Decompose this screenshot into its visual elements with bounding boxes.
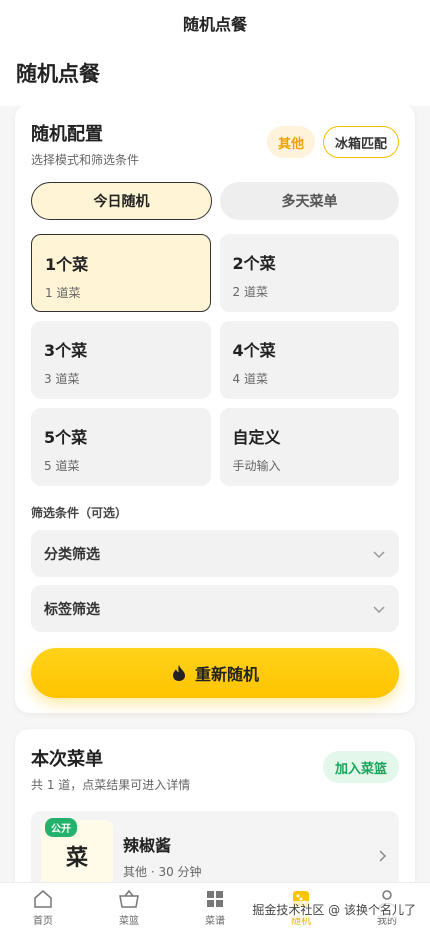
dish-thumb-text: 菜 [65,846,88,871]
random-config-card: 随机配置 选择模式和筛选条件 其他 冰箱匹配 今日随机 多天菜单 1个菜 1 道… [15,104,415,713]
chevron-down-icon [373,550,385,558]
nav-title: 随机点餐 [182,15,247,34]
chevron-down-icon [373,605,385,613]
option-4-dishes[interactable]: 4个菜 4 道菜 [219,321,399,399]
config-subtitle: 选择模式和筛选条件 [31,153,140,167]
mode-today-random[interactable]: 今日随机 [31,182,212,220]
nav-bar: 随机点餐 [0,0,430,46]
option-title: 4个菜 [232,341,276,360]
option-sub: 4 道菜 [232,372,268,386]
option-title: 自定义 [232,428,281,447]
option-sub: 3 道菜 [44,372,80,386]
menu-subtitle: 共 1 道，点菜结果可进入详情 [31,778,191,792]
tab-label: 菜篮 [119,916,139,927]
fridge-match-button[interactable]: 冰箱匹配 [322,126,399,158]
option-5-dishes[interactable]: 5个菜 5 道菜 [31,408,211,486]
add-to-basket-button[interactable]: 加入菜篮 [322,751,399,783]
tag-filter-select[interactable]: 标签筛选 [31,585,399,632]
home-icon [34,890,52,908]
option-2-dishes[interactable]: 2个菜 2 道菜 [219,234,399,312]
option-title: 2个菜 [232,254,276,273]
option-sub: 2 道菜 [232,285,268,299]
option-custom[interactable]: 自定义 手动输入 [219,408,399,486]
dish-item[interactable]: 公开 菜 辣椒酱 其他 · 30 分钟 [31,811,399,882]
dish-meta: 其他 · 30 分钟 [123,865,202,879]
other-chip[interactable]: 其他 [266,126,315,158]
page-header: 随机点餐 [0,46,430,106]
category-filter-select[interactable]: 分类筛选 [31,530,399,577]
option-1-dish[interactable]: 1个菜 1 道菜 [31,234,211,312]
public-badge: 公开 [45,818,77,837]
dish-name: 辣椒酱 [123,836,172,855]
option-title: 1个菜 [45,255,89,274]
recipe-icon [207,891,223,907]
chevron-right-icon [379,850,387,862]
tab-basket[interactable]: 菜篮 [99,888,159,927]
reshuffle-button[interactable]: 重新随机 [31,648,399,698]
basket-icon [119,889,139,908]
dish-thumbnail: 公开 菜 [41,818,113,882]
option-sub: 5 道菜 [44,459,80,473]
scroll-area[interactable]: 随机配置 选择模式和筛选条件 其他 冰箱匹配 今日随机 多天菜单 1个菜 1 道… [0,104,430,882]
category-filter-label: 分类筛选 [44,546,100,563]
option-sub: 1 道菜 [45,286,81,300]
menu-card: 本次菜单 共 1 道，点菜结果可进入详情 加入菜篮 公开 菜 辣椒酱 其他 · … [15,729,415,882]
mode-multi-day[interactable]: 多天菜单 [220,182,399,220]
reshuffle-label: 重新随机 [194,665,259,684]
option-3-dishes[interactable]: 3个菜 3 道菜 [31,321,211,399]
option-title: 5个菜 [44,428,88,447]
tag-filter-label: 标签筛选 [44,601,100,618]
filter-label: 筛选条件（可选） [31,506,128,520]
watermark: 掘金技术社区 @ 该换个名儿了 [252,901,416,918]
option-title: 3个菜 [44,341,88,360]
tab-label: 首页 [33,916,53,927]
tab-recipes[interactable]: 菜谱 [185,888,245,927]
tab-home[interactable]: 首页 [13,888,73,927]
dish-count-options: 1个菜 1 道菜 2个菜 2 道菜 3个菜 3 道菜 4个菜 4 道菜 5个菜 … [31,234,399,486]
mode-switch: 今日随机 多天菜单 [31,182,399,220]
flame-icon [172,665,185,681]
tab-label: 菜谱 [205,916,225,927]
option-sub: 手动输入 [232,459,281,473]
config-title: 随机配置 [31,124,103,145]
menu-title: 本次菜单 [31,749,103,770]
page-title: 随机点餐 [16,62,100,86]
